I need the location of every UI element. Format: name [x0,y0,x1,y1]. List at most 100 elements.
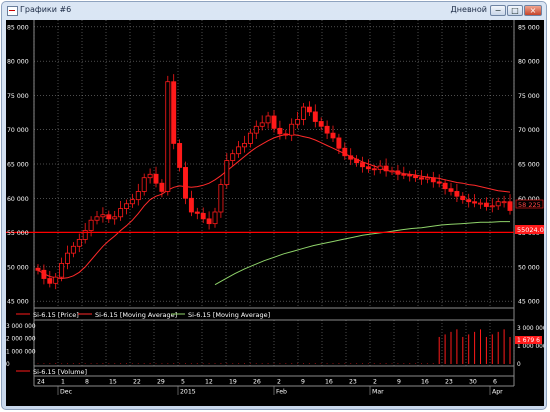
candle-body [413,175,419,179]
date-tick-day: 16 [325,379,333,386]
candle-body [401,173,407,176]
chart-area[interactable]: 85 000 85 000 80 000 80 000 75 000 75 000 70 0… [6,20,544,406]
candle-body [70,245,76,254]
candle-body [265,115,271,124]
volume-tick-left: 3 000 000 [6,324,36,330]
candle-body [507,201,513,211]
candle-body [330,132,336,139]
candle-body [206,218,212,225]
candle-body [324,125,330,134]
date-tick-month: Mar [372,389,384,396]
date-tick-month: 2015 [180,389,196,396]
candle-body [53,276,59,284]
price-tick-right: 45 000 [518,299,540,306]
candle-body [141,177,147,192]
candle-body [318,121,324,127]
candle-body [153,173,159,184]
candle-body [253,125,259,134]
last-price-label: 58 225 [518,201,541,209]
candle-body [76,239,82,247]
candle-body [336,137,342,149]
price-chart[interactable]: 85 000 85 000 80 000 80 000 75 000 75 000 70 0… [6,20,544,406]
window-title: Графики #6 [20,5,72,14]
candle-body [65,252,70,264]
candle-body [147,173,153,179]
price-tick-left: 65 000 [7,162,29,169]
minimize-button[interactable]: − [490,5,506,16]
candle-body [460,195,466,201]
candle-body [306,106,312,113]
candle-body [295,119,301,125]
candle-body [259,122,265,127]
candle-body [419,177,424,180]
period-selector[interactable]: Дневной [451,5,487,14]
candle-body [430,177,436,183]
price-tick-left: 85 000 [7,24,29,31]
chart-window: Графики #6 Дневной − □ × 85 000 85 000 80 … [1,1,547,410]
price-tick-right: 80 000 [518,59,540,66]
candle-body [247,132,253,144]
date-tick-day: 23 [349,379,357,386]
candle-body [360,162,365,168]
candle-body [407,174,413,177]
candle-body [454,191,460,197]
candle-body [183,167,188,199]
candle-body [289,123,295,136]
date-tick-day: 9 [301,379,305,386]
maximize-button[interactable]: □ [507,5,523,16]
candle-body [236,146,242,155]
date-tick-day: 19 [229,379,237,386]
legend-price-label: Si-6.15 [Price] [33,311,79,319]
candle-body [442,182,448,190]
candle-body [106,214,112,220]
date-tick-day: 29 [157,379,165,386]
candle-body [129,199,135,205]
candle-body [342,147,348,157]
volume-current-label: 1 679 6 [517,337,540,344]
price-tick-left: 60 000 [7,196,29,203]
candle-body [47,278,53,284]
candle-body [283,133,289,136]
price-tick-left: 45 000 [7,299,29,306]
volume-tick-right: 0 [517,362,521,368]
chart-window-icon [7,6,18,16]
date-tick-month: Feb [276,389,287,396]
candle-body [495,201,501,207]
date-tick-day: 15 [109,379,117,386]
price-tick-left: 70 000 [7,127,29,134]
candle-body [112,216,118,220]
candle-body [124,203,129,209]
price-tick-left: 75 000 [7,93,29,100]
date-tick-day: 2 [277,379,281,386]
price-tick-right: 50 000 [518,264,540,271]
candle-body [472,201,478,204]
volume-tick-right: 1 000 000 [517,344,544,350]
candle-body [312,111,318,122]
price-tick-left: 80 000 [7,59,29,66]
candle-body [35,267,41,271]
close-button[interactable]: × [524,5,542,16]
volume-tick-left: 2 000 000 [6,337,36,343]
candle-body [41,269,47,279]
candle-body [383,165,389,172]
date-tick-day: 24 [37,379,45,386]
date-tick-day: 5 [181,379,185,386]
candle-body [230,153,236,161]
date-tick-month: Apr [492,389,503,396]
title-bar[interactable]: Графики #6 Дневной − □ × [2,2,546,19]
date-tick-day: 6 [493,379,497,386]
date-tick-day: 26 [253,379,261,386]
candle-body [483,202,489,207]
date-tick-day: 2 [373,379,377,386]
candle-body [448,188,454,192]
candle-body [501,201,507,204]
date-tick-day: 9 [397,379,401,386]
volume-tick-left: 0 [6,362,10,368]
price-tick-right: 75 000 [518,93,540,100]
candle-body [200,212,206,220]
date-tick-day: 1 [61,379,65,386]
candle-body [354,158,360,164]
candle-body [489,205,495,208]
candle-body [395,170,401,175]
date-tick-day: 30 [469,379,477,386]
